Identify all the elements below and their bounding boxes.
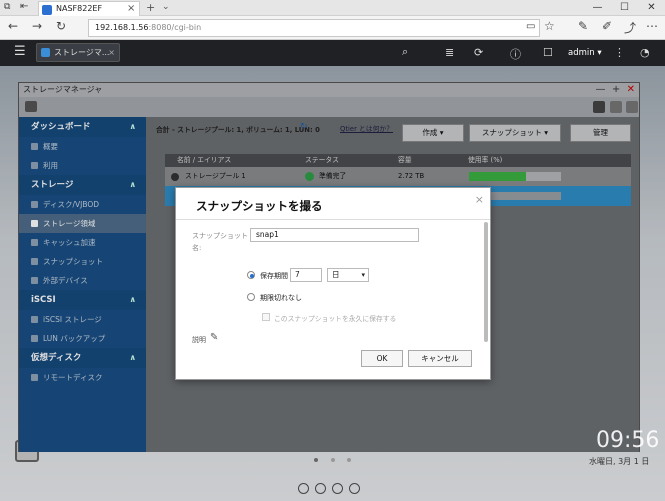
app-tab-storage[interactable]: ストレージマ... × xyxy=(36,43,120,62)
hub-icon[interactable]: ✎ xyxy=(578,19,588,33)
no-expiry-label: 期限切れなし xyxy=(260,294,302,302)
take-snapshot-dialog: スナップショットを撮る × スナップショット名: snap1 保存期間 7 日 ▾… xyxy=(175,187,491,380)
search-icon[interactable]: ⌕ xyxy=(402,45,408,59)
description-label: 説明 xyxy=(192,336,206,344)
browser-titlebar: ⧉ ⇤ NASF822EF × + ⌄ — ☐ ✕ xyxy=(0,0,665,16)
notes-icon[interactable]: ✐ xyxy=(602,19,612,33)
no-expiry-radio[interactable] xyxy=(247,293,255,301)
window-controls: — ☐ ✕ xyxy=(584,0,665,16)
menu-icon[interactable]: ☰ xyxy=(14,44,26,59)
forward-icon[interactable]: → xyxy=(32,19,42,33)
dialog-scrollbar[interactable] xyxy=(484,222,488,342)
snapshot-name-input[interactable]: snap1 xyxy=(250,228,419,242)
dropdown-arrow-icon: ▾ xyxy=(361,271,365,279)
dialog-close-icon[interactable]: × xyxy=(475,193,484,206)
favicon-icon xyxy=(42,5,52,15)
retention-label: 保存期間 xyxy=(260,272,288,280)
refresh-icon[interactable]: ↻ xyxy=(56,19,66,33)
sync-icon[interactable]: ⟳ xyxy=(474,46,483,59)
edit-description-icon[interactable]: ✎ xyxy=(210,332,218,343)
page-dot[interactable] xyxy=(331,458,335,462)
more-icon[interactable]: ⋯ xyxy=(646,19,658,33)
retention-unit-select[interactable]: 日 ▾ xyxy=(327,268,369,282)
dock-icon-4[interactable] xyxy=(349,483,360,494)
dialog-divider xyxy=(176,219,490,220)
minimize-icon[interactable]: — xyxy=(584,0,611,16)
close-window-icon[interactable]: ✕ xyxy=(638,0,665,16)
user-menu[interactable]: admin ▾ xyxy=(568,48,602,58)
dialog-title: スナップショットを撮る xyxy=(196,199,323,213)
snapshot-name-label: スナップショット名: xyxy=(192,232,248,252)
address-input[interactable]: 192.168.1.56:8080/cgi-bin xyxy=(88,19,540,37)
notifications-icon[interactable]: ≣ xyxy=(445,46,454,59)
more-options-icon[interactable]: ⋮ xyxy=(614,46,625,59)
retention-radio[interactable] xyxy=(247,271,255,279)
user-icon[interactable]: ☐ xyxy=(543,46,553,59)
maximize-icon[interactable]: ☐ xyxy=(611,0,638,16)
share-icon[interactable]: ⤴ xyxy=(624,19,636,36)
back-tab-icon[interactable]: ⇤ xyxy=(20,1,28,12)
dock-icon-3[interactable] xyxy=(332,483,343,494)
dashboard-icon[interactable]: ◔ xyxy=(640,46,650,59)
app-tab-label: ストレージマ... xyxy=(54,48,110,57)
qts-topbar: ☰ ストレージマ... × ⌕ ≣ ⟳ ⓘ ☐ admin ▾ ⋮ ◔ xyxy=(0,40,665,66)
desktop-date: 水曜日, 3月 1 日 xyxy=(589,457,650,466)
tab-list-icon[interactable]: ⌄ xyxy=(162,2,170,12)
favorite-icon[interactable]: ☆ xyxy=(544,19,555,33)
keep-forever-label: このスナップショットを永久に保存する xyxy=(274,315,397,323)
page-dot[interactable] xyxy=(347,458,351,462)
retention-unit-value: 日 xyxy=(332,270,340,279)
dock-icon-2[interactable] xyxy=(315,483,326,494)
alerts-icon[interactable]: ⓘ xyxy=(510,46,521,62)
tab-manager-icon[interactable]: ⧉ xyxy=(4,2,10,12)
app-tab-close-icon[interactable]: × xyxy=(108,44,115,61)
url-host: 192.168.1.56 xyxy=(95,23,149,32)
dock xyxy=(298,483,360,494)
retention-days-input[interactable]: 7 xyxy=(290,268,322,282)
desktop-clock: 09:56 xyxy=(596,428,660,453)
new-tab-icon[interactable]: + xyxy=(146,1,155,14)
dock-icon-1[interactable] xyxy=(298,483,309,494)
browser-toolbar: ← → ↻ 192.168.1.56:8080/cgi-bin ▭ ☆ ✎ ✐ … xyxy=(0,16,665,40)
cancel-button[interactable]: キャンセル xyxy=(408,350,472,367)
keep-forever-checkbox[interactable] xyxy=(262,313,270,321)
tab-close-icon[interactable]: × xyxy=(127,3,135,14)
browser-tab[interactable]: NASF822EF × xyxy=(38,1,140,16)
url-path: :8080/cgi-bin xyxy=(148,23,202,32)
reading-view-icon[interactable]: ▭ xyxy=(526,21,535,32)
ok-button[interactable]: OK xyxy=(361,350,403,367)
page-dot-active[interactable] xyxy=(314,458,318,462)
back-icon[interactable]: ← xyxy=(8,19,18,33)
storage-app-icon xyxy=(41,48,50,57)
tab-title: NASF822EF xyxy=(56,4,103,13)
